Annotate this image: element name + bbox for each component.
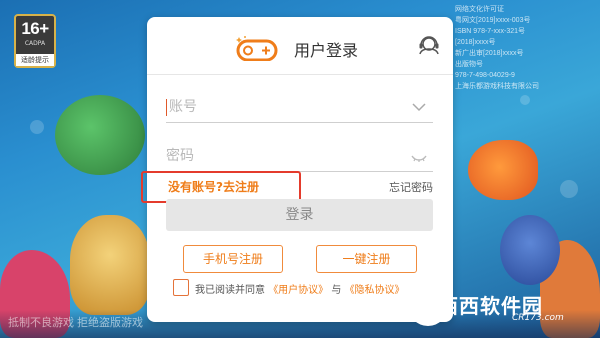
watermark-url: CR173.com <box>512 313 564 323</box>
bubble <box>30 120 44 134</box>
dialog-title: 用户登录 <box>294 41 359 60</box>
text-caret <box>166 99 167 116</box>
rating-org: CADPA <box>24 40 46 47</box>
license-text: 网络文化许可证 粤网文[2019]xxxx-003号 ISBN 978-7-xx… <box>455 6 539 90</box>
agreement-text: 我已阅读并同意 《用户协议》 与 《隐私协议》 <box>195 281 405 296</box>
user-agreement-link[interactable]: 《用户协议》 <box>268 285 328 296</box>
register-link[interactable]: 没有账号?去注册 <box>168 178 259 195</box>
password-input[interactable] <box>166 142 396 170</box>
phone-register-button[interactable]: 手机号注册 <box>183 245 283 273</box>
customer-service-icon[interactable] <box>417 34 441 58</box>
gamepad-logo-icon <box>236 36 278 61</box>
eye-hidden-icon[interactable] <box>411 149 427 163</box>
agreement-prefix: 我已阅读并同意 <box>195 285 265 296</box>
bubble <box>560 180 578 198</box>
otter-character <box>70 215 150 315</box>
account-input[interactable] <box>166 93 396 121</box>
login-dialog: 用户登录 没有账号?去注册 忘记密码 登录 手机号注册 一键注册 我已阅读并同意 <box>141 17 453 322</box>
agreement-conjunction: 与 <box>331 285 342 296</box>
chevron-down-icon[interactable] <box>411 100 427 114</box>
turtle-character <box>55 95 145 175</box>
age-rating-badge: 16+ CADPA 适龄提示 <box>14 14 56 68</box>
site-watermark: 西西软件园 CR173.com <box>408 286 583 328</box>
quick-register-button[interactable]: 一键注册 <box>316 245 417 273</box>
forgot-password-link[interactable]: 忘记密码 <box>389 179 433 195</box>
login-button[interactable]: 登录 <box>166 199 433 231</box>
agreement-checkbox[interactable] <box>173 279 189 296</box>
privacy-agreement-link[interactable]: 《隐私协议》 <box>345 285 405 296</box>
account-field <box>166 93 433 123</box>
dialog-header: 用户登录 <box>147 17 453 75</box>
fish-character <box>500 215 560 285</box>
health-notice: 抵制不良游戏 拒绝盗版游戏 <box>8 317 144 329</box>
fish-character <box>468 140 538 200</box>
age-rating: 16+ <box>21 19 49 38</box>
password-field <box>166 142 433 172</box>
age-tip: 适龄提示 <box>16 54 54 66</box>
bubble <box>520 95 530 105</box>
